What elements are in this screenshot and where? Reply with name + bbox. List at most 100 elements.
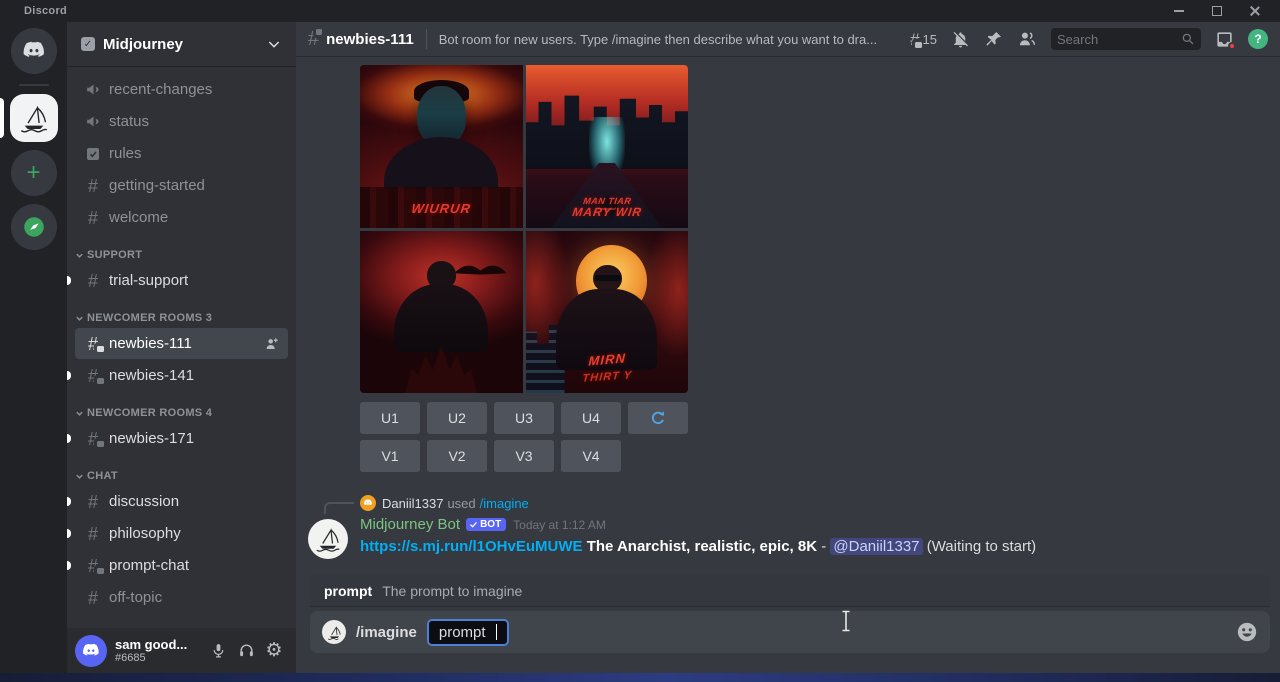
section-support[interactable]: SUPPORT bbox=[75, 245, 288, 265]
inbox-button[interactable] bbox=[1215, 30, 1234, 49]
bird-silhouette bbox=[453, 258, 508, 278]
maximize-icon bbox=[1212, 6, 1222, 16]
section-chevron-icon bbox=[75, 251, 84, 260]
upscale-u1-button[interactable]: U1 bbox=[360, 402, 420, 434]
section-newcomer-rooms-3[interactable]: NEWCOMER ROOMS 3 bbox=[75, 308, 288, 328]
close-icon bbox=[1249, 5, 1261, 17]
user-avatar[interactable] bbox=[75, 635, 107, 667]
hash-icon: # bbox=[83, 272, 103, 290]
section-chevron-icon bbox=[75, 314, 84, 323]
variation-v3-button[interactable]: V3 bbox=[494, 440, 554, 472]
prompt-option-field[interactable]: prompt bbox=[427, 619, 509, 646]
reply-author-name[interactable]: Daniil1337 bbox=[382, 496, 443, 511]
reply-author-avatar[interactable] bbox=[360, 495, 376, 511]
midjourney-image-grid[interactable]: WIURUR MAN TIAR MARY WIR bbox=[360, 65, 688, 393]
poster-figure-torso bbox=[384, 137, 498, 189]
help-icon: ? bbox=[1248, 29, 1268, 49]
sidebar-item-trial-support[interactable]: # trial-support bbox=[75, 265, 288, 296]
hash-icon: # bbox=[83, 589, 103, 607]
message-list: WIURUR MAN TIAR MARY WIR bbox=[296, 56, 1280, 575]
sidebar-item-discussion[interactable]: # discussion bbox=[75, 486, 288, 517]
section-chat[interactable]: CHAT bbox=[75, 466, 288, 486]
upscale-u3-button[interactable]: U3 bbox=[494, 402, 554, 434]
bot-message: Midjourney Bot BOT Today at 1:12 AM http… bbox=[360, 516, 1264, 557]
sidebar-item-off-topic[interactable]: # off-topic bbox=[75, 582, 288, 613]
server-icon-midjourney[interactable] bbox=[10, 94, 58, 142]
sidebar-item-getting-started[interactable]: # getting-started bbox=[75, 170, 288, 201]
section-newcomer-rooms-4[interactable]: NEWCOMER ROOMS 4 bbox=[75, 403, 288, 423]
user-settings-button[interactable]: ⚙ bbox=[260, 637, 288, 665]
command-reply-context[interactable]: Daniil1337 used /imagine bbox=[360, 494, 1264, 512]
plus-icon: + bbox=[26, 161, 40, 185]
minimize-button[interactable] bbox=[1164, 2, 1194, 20]
inbox-alert-dot bbox=[1228, 42, 1236, 50]
member-list-button[interactable] bbox=[1017, 29, 1037, 49]
dash-separator: - bbox=[821, 538, 826, 555]
mute-microphone-button[interactable] bbox=[204, 637, 232, 665]
threads-button[interactable]: # 15 bbox=[910, 31, 937, 48]
username: sam good... bbox=[115, 637, 204, 652]
message-input-bar[interactable]: /imagine prompt bbox=[310, 611, 1270, 653]
sidebar-item-philosophy[interactable]: # philosophy bbox=[75, 518, 288, 549]
reply-command-link[interactable]: /imagine bbox=[480, 496, 529, 511]
deafen-button[interactable] bbox=[232, 637, 260, 665]
upscale-u2-button[interactable]: U2 bbox=[427, 402, 487, 434]
variation-v4-button[interactable]: V4 bbox=[561, 440, 621, 472]
generated-image-quadrant-2[interactable]: MAN TIAR MARY WIR bbox=[526, 65, 689, 228]
hash-thread-icon: # bbox=[83, 557, 103, 575]
bot-badge-label: BOT bbox=[480, 519, 501, 530]
sidebar-item-rules[interactable]: rules bbox=[75, 138, 288, 169]
variation-v2-button[interactable]: V2 bbox=[427, 440, 487, 472]
search-input[interactable] bbox=[1057, 32, 1181, 47]
generated-image-quadrant-4[interactable]: MIRN THIRT Y bbox=[526, 231, 689, 394]
sidebar-item-status[interactable]: status bbox=[75, 106, 288, 137]
channel-name: newbies-141 bbox=[109, 367, 194, 384]
sidebar-item-newbies-111[interactable]: # newbies-111 bbox=[75, 328, 288, 359]
section-label: NEWCOMER ROOMS 3 bbox=[87, 312, 212, 324]
explore-servers-button[interactable] bbox=[11, 204, 57, 250]
sidebar-item-prompt-chat[interactable]: # prompt-chat bbox=[75, 550, 288, 581]
poster-figure-body bbox=[394, 284, 488, 352]
channel-name: getting-started bbox=[109, 177, 205, 194]
chat-panel: # newbies-111 Bot room for new users. Ty… bbox=[296, 22, 1280, 673]
channel-name: welcome bbox=[109, 209, 168, 226]
upscale-button-row: U1 U2 U3 U4 bbox=[360, 402, 1264, 434]
channel-name: philosophy bbox=[109, 525, 181, 542]
close-button[interactable] bbox=[1240, 2, 1270, 20]
reroll-button[interactable] bbox=[628, 402, 688, 434]
discord-home-button[interactable] bbox=[11, 28, 57, 74]
server-name: Midjourney bbox=[103, 36, 266, 53]
bot-author-name[interactable]: Midjourney Bot bbox=[360, 516, 460, 533]
maximize-button[interactable] bbox=[1202, 2, 1232, 20]
section-label: SUPPORT bbox=[87, 249, 142, 261]
slash-command-option-row[interactable]: prompt The prompt to imagine bbox=[310, 575, 1270, 607]
notification-settings-button[interactable] bbox=[951, 30, 970, 49]
sidebar-item-welcome[interactable]: # welcome bbox=[75, 202, 288, 233]
user-mention[interactable]: @Daniil1337 bbox=[830, 538, 922, 555]
sidebar-item-newbies-171[interactable]: # newbies-171 bbox=[75, 423, 288, 454]
create-invite-icon[interactable] bbox=[264, 336, 280, 352]
channel-topic[interactable]: Bot room for new users. Type /imagine th… bbox=[439, 32, 898, 47]
pinned-messages-button[interactable] bbox=[984, 30, 1003, 49]
gear-icon: ⚙ bbox=[265, 641, 282, 660]
emoji-picker-button[interactable] bbox=[1236, 621, 1258, 643]
job-status-text: (Waiting to start) bbox=[927, 538, 1036, 555]
active-server-pill bbox=[0, 98, 4, 138]
generated-image-quadrant-3[interactable] bbox=[360, 231, 523, 394]
job-link[interactable]: https://s.mj.run/l1OHvEuMUWE bbox=[360, 538, 583, 555]
compass-icon bbox=[21, 214, 47, 240]
server-header[interactable]: ✓ Midjourney bbox=[67, 22, 296, 66]
channel-name: recent-changes bbox=[109, 81, 212, 98]
generated-image-quadrant-1[interactable]: WIURUR bbox=[360, 65, 523, 228]
add-server-button[interactable]: + bbox=[11, 150, 57, 196]
channel-name: trial-support bbox=[109, 272, 188, 289]
midjourney-bot-avatar[interactable] bbox=[308, 519, 348, 559]
hash-thread-icon: # bbox=[83, 367, 103, 385]
sidebar-item-recent-changes[interactable]: recent-changes bbox=[75, 74, 288, 105]
help-button[interactable]: ? bbox=[1248, 29, 1268, 49]
search-bar[interactable] bbox=[1051, 28, 1201, 50]
sidebar-item-newbies-141[interactable]: # newbies-141 bbox=[75, 360, 288, 391]
upscale-u4-button[interactable]: U4 bbox=[561, 402, 621, 434]
hash-icon: # bbox=[83, 525, 103, 543]
variation-v1-button[interactable]: V1 bbox=[360, 440, 420, 472]
